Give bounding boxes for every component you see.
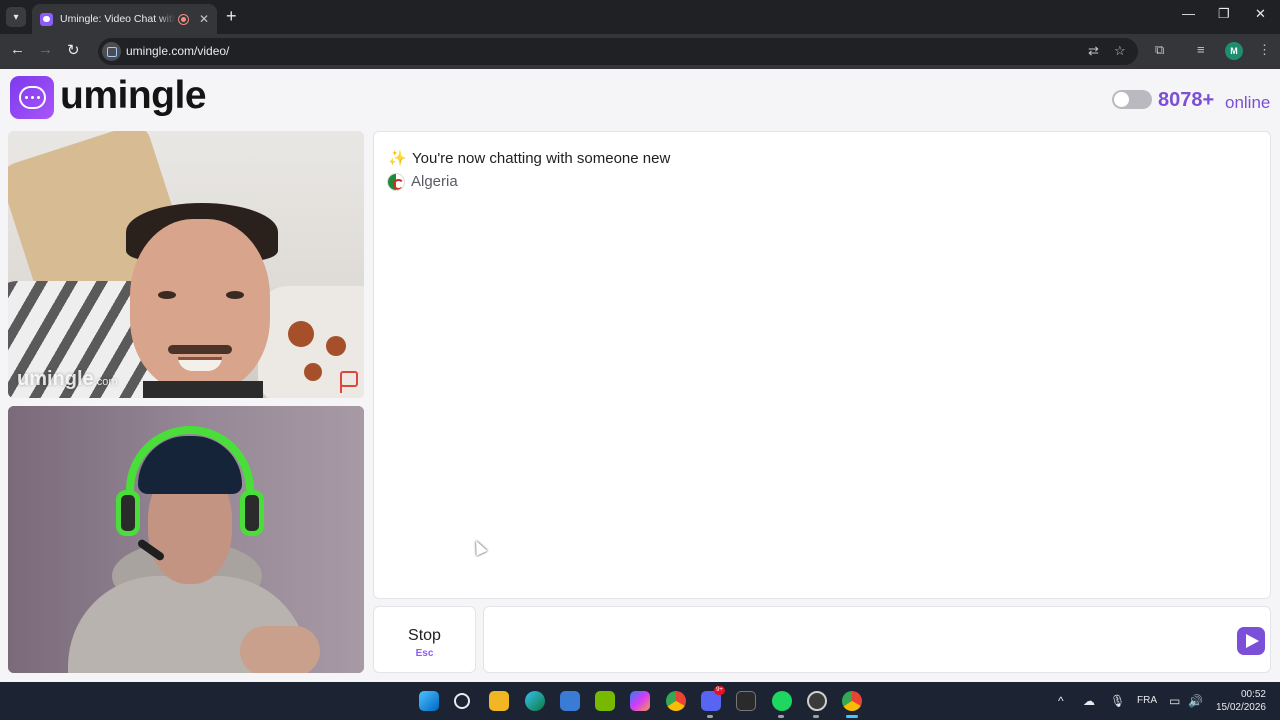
store-icon[interactable] — [560, 691, 580, 711]
recording-indicator-icon — [177, 13, 189, 25]
browser-tab-strip: ▾ Umingle: Video Chat with Strangers ✕ +… — [0, 0, 1280, 34]
message-input[interactable] — [496, 627, 1226, 653]
message-box — [483, 606, 1271, 673]
volume-icon[interactable]: 🔊 — [1188, 694, 1203, 708]
running-indicator — [707, 715, 713, 718]
stranger-country: Algeria — [411, 173, 458, 190]
url-text: umingle.com/video/ — [126, 44, 230, 58]
obs-icon[interactable] — [807, 691, 827, 711]
windows-taskbar: 9+ ^ ☁ 🎙 FRA ▭ 🔊 00:52 15/02/2026 — [0, 682, 1280, 720]
bookmark-star-icon[interactable]: ☆ — [1114, 43, 1126, 59]
windows-start-icon[interactable] — [419, 691, 439, 711]
online-label: online — [1225, 93, 1271, 112]
running-indicator — [778, 715, 784, 718]
spotify-icon[interactable] — [772, 691, 792, 711]
profile-avatar[interactable]: M — [1225, 42, 1243, 60]
tab-close-icon[interactable]: ✕ — [199, 12, 209, 26]
file-explorer-icon[interactable] — [489, 691, 509, 711]
send-icon[interactable] — [1237, 627, 1265, 655]
chat-panel: ✨ You're now chatting with someone new A… — [373, 131, 1271, 599]
umingle-page: umingle 8078+ online umingle.com ✨ You'r… — [0, 69, 1280, 682]
site-info-icon[interactable] — [102, 42, 121, 61]
minimize-icon[interactable]: — — [1182, 6, 1195, 21]
browser-toolbar: ← → ↻ umingle.com/video/ ⇄ ☆ ⧉ ≡ M ⋮ — [0, 34, 1280, 69]
input-language[interactable]: FRA — [1137, 695, 1157, 706]
tab-search-icon[interactable]: ▾ — [6, 7, 26, 27]
translate-icon[interactable]: ⇄ — [1088, 43, 1099, 59]
reload-icon[interactable]: ↻ — [67, 41, 80, 59]
video-watermark: umingle.com — [17, 368, 118, 390]
taskbar-search-icon[interactable] — [454, 693, 470, 709]
stranger-video: umingle.com — [8, 131, 364, 398]
stop-shortcut-hint: Esc — [415, 648, 434, 659]
clock-date: 15/02/2026 — [1215, 702, 1266, 713]
epic-games-icon[interactable] — [736, 691, 756, 711]
browser-menu-icon[interactable]: ⋮ — [1258, 42, 1271, 58]
tab-favicon-icon — [40, 12, 53, 26]
chrome-active-icon[interactable] — [842, 691, 862, 711]
online-count: 8078+ — [1158, 89, 1215, 111]
maximize-icon[interactable]: ❐ — [1218, 6, 1230, 22]
onedrive-icon[interactable]: ☁ — [1083, 694, 1095, 708]
tray-overflow-icon[interactable]: ^ — [1058, 694, 1064, 708]
network-icon[interactable]: ▭ — [1169, 694, 1180, 708]
microphone-icon[interactable]: 🎙 — [1110, 694, 1125, 708]
system-clock[interactable]: 00:52 15/02/2026 — [1210, 688, 1266, 714]
clock-time: 00:52 — [1240, 689, 1266, 700]
sparkle-icon: ✨ — [388, 150, 407, 167]
copilot-icon[interactable] — [630, 691, 650, 711]
connection-status-message: You're now chatting with someone new — [412, 150, 671, 167]
chrome-icon[interactable] — [666, 691, 686, 711]
running-indicator — [813, 715, 819, 718]
extensions-icon[interactable]: ⧉ — [1155, 42, 1164, 58]
discord-notification-badge: 9+ — [714, 686, 725, 695]
stop-button[interactable]: Stop Esc — [373, 606, 476, 673]
address-bar[interactable]: umingle.com/video/ ⇄ ☆ — [98, 38, 1138, 65]
logo-text[interactable]: umingle — [60, 74, 207, 118]
media-controls-icon[interactable]: ≡ — [1197, 42, 1205, 57]
stop-button-label: Stop — [408, 627, 441, 644]
algeria-flag-icon — [387, 173, 405, 191]
window-close-icon[interactable]: ✕ — [1255, 6, 1266, 22]
theme-toggle[interactable] — [1112, 90, 1152, 109]
back-icon[interactable]: ← — [10, 41, 25, 58]
active-indicator — [846, 715, 858, 718]
browser-tab[interactable]: Umingle: Video Chat with Strangers ✕ — [32, 4, 217, 34]
report-flag-icon[interactable] — [340, 371, 358, 393]
new-tab-icon[interactable]: + — [226, 6, 237, 26]
nvidia-icon[interactable] — [595, 691, 615, 711]
tab-title: Umingle: Video Chat with Strangers — [60, 13, 175, 25]
edge-icon[interactable] — [525, 691, 545, 711]
self-video — [8, 406, 364, 673]
forward-icon[interactable]: → — [38, 41, 53, 58]
umingle-logo-icon[interactable] — [10, 76, 54, 119]
